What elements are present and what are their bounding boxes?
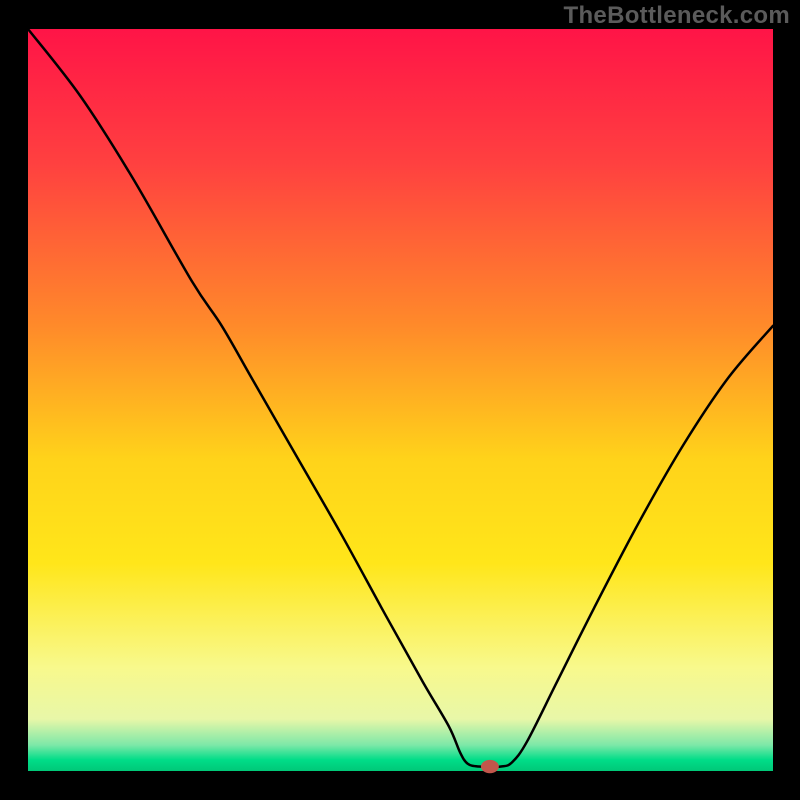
chart-svg — [0, 0, 800, 800]
plot-background — [28, 29, 773, 771]
watermark-text: TheBottleneck.com — [564, 2, 790, 30]
bottleneck-chart: TheBottleneck.com — [0, 0, 800, 800]
optimal-marker — [481, 760, 499, 773]
